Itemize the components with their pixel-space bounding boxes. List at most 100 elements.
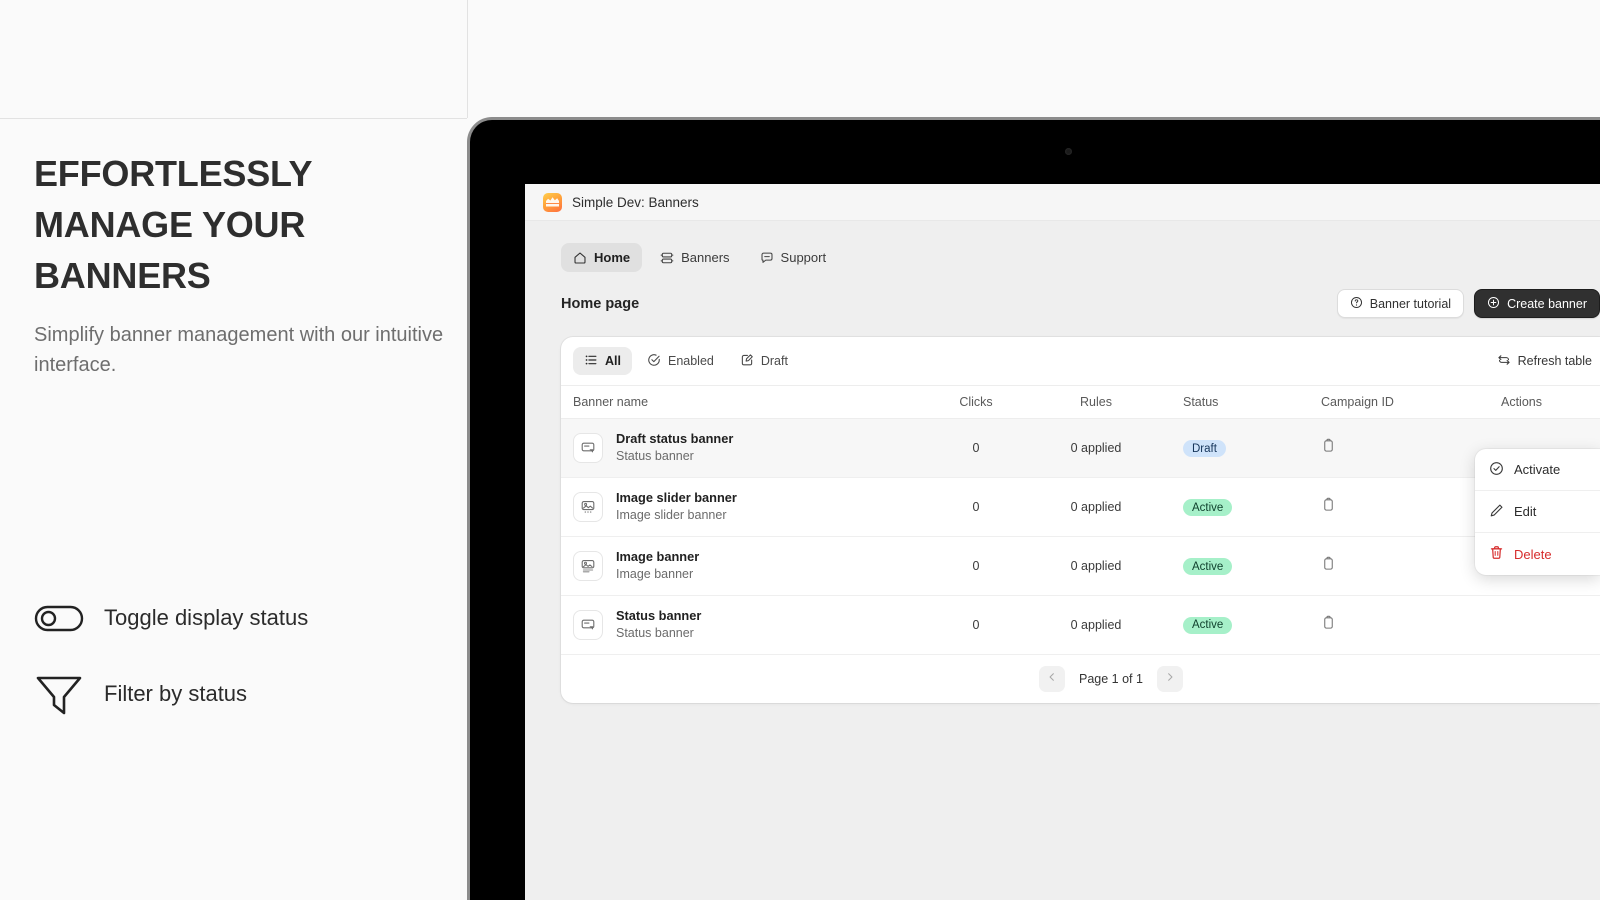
context-menu-item-delete[interactable]: Delete xyxy=(1475,533,1600,575)
cell-campaign-id xyxy=(1311,595,1491,654)
banner-name: Image slider banner xyxy=(616,489,737,505)
cell-status: Draft xyxy=(1161,419,1311,478)
cell-actions[interactable] xyxy=(1491,595,1600,654)
feature-label: Toggle display status xyxy=(104,605,309,630)
banner-name: Draft status banner xyxy=(616,431,734,446)
nav-tab-label: Support xyxy=(780,250,827,265)
status-badge: Draft xyxy=(1183,440,1226,458)
banner-name: Status banner xyxy=(616,607,702,623)
chevron-right-icon xyxy=(1164,670,1176,688)
cell-rules: 0 applied xyxy=(1070,499,1122,514)
context-menu-label: Edit xyxy=(1514,504,1537,519)
nav-tab-banners[interactable]: Banners xyxy=(648,243,741,272)
filter-funnel-icon xyxy=(34,672,84,716)
draft-edit-icon xyxy=(740,353,754,370)
table-toolbar: All Enabled Draft Refresh table xyxy=(561,337,1600,385)
cell-rules: 0 applied xyxy=(1070,558,1122,573)
app-titlebar: Simple Dev: Banners xyxy=(525,184,1600,221)
clipboard-icon[interactable] xyxy=(1321,497,1336,516)
cell-clicks: 0 xyxy=(972,558,980,573)
nav-tab-label: Home xyxy=(594,250,631,265)
context-menu-item-activate[interactable]: Activate xyxy=(1475,449,1600,491)
column-header-actions: Actions xyxy=(1491,385,1600,419)
table-row[interactable]: Image banner Image banner 0 0 applied Ac… xyxy=(561,536,1600,596)
table-header-row: Banner name Clicks Rules Status Campaign… xyxy=(561,385,1600,419)
cell-banner-name: Image slider banner Image slider banner xyxy=(561,477,921,536)
filter-tab-enabled[interactable]: Enabled xyxy=(636,347,725,375)
promo-subtitle: Simplify banner management with our intu… xyxy=(34,324,444,377)
home-icon xyxy=(573,251,587,265)
create-banner-button[interactable]: Create banner xyxy=(1474,289,1600,318)
filter-tab-draft[interactable]: Draft xyxy=(729,347,799,375)
header-actions: Banner tutorial Create banner xyxy=(1336,289,1600,318)
page-header-row: Home page Banner tutorial Create banner xyxy=(525,272,1600,318)
cell-clicks: 0 xyxy=(972,440,980,455)
banners-table-card: All Enabled Draft Refresh table Banner n… xyxy=(561,337,1600,703)
device-camera xyxy=(1065,148,1072,155)
nav-tab-label: Banners xyxy=(681,250,730,265)
cell-banner-name: Status banner Status banner xyxy=(561,595,921,654)
cell-campaign-id xyxy=(1311,477,1491,536)
refresh-icon xyxy=(1497,353,1511,370)
cell-rules: 0 applied xyxy=(1070,440,1122,455)
row-actions-context-menu: Activate Edit Delete xyxy=(1475,449,1600,575)
app-body: Home Banners Support Home page Banner tu… xyxy=(525,221,1600,900)
filter-tab-all[interactable]: All xyxy=(573,347,632,375)
column-header-campaign-id: Campaign ID xyxy=(1311,385,1491,419)
table-header: Banner name Clicks Rules Status Campaign… xyxy=(561,385,1600,419)
banners-icon xyxy=(660,251,674,265)
clipboard-icon[interactable] xyxy=(1321,615,1336,634)
cell-status: Active xyxy=(1161,536,1311,595)
pencil-icon xyxy=(1489,503,1504,521)
toggle-icon xyxy=(34,596,84,640)
table-row[interactable]: Status banner Status banner 0 0 applied … xyxy=(561,595,1600,655)
column-header-banner-name: Banner name xyxy=(561,385,921,419)
cell-clicks: 0 xyxy=(972,617,980,632)
cell-status: Active xyxy=(1161,477,1311,536)
nav-tab-home[interactable]: Home xyxy=(561,243,643,272)
table-row[interactable]: Image slider banner Image slider banner … xyxy=(561,477,1600,537)
cell-rules: 0 applied xyxy=(1070,617,1122,632)
cell-campaign-id xyxy=(1311,536,1491,595)
chevron-left-icon xyxy=(1046,670,1058,688)
filter-tab-label: All xyxy=(605,354,621,368)
column-header-status: Status xyxy=(1161,385,1311,419)
clipboard-icon[interactable] xyxy=(1321,556,1336,575)
filter-tab-label: Enabled xyxy=(667,354,714,368)
filter-tabs: All Enabled Draft xyxy=(573,347,799,375)
table-pagination: Page 1 of 1 xyxy=(561,655,1600,703)
feature-item-filter-by-status: Filter by status xyxy=(34,668,454,720)
pagination-previous-button[interactable] xyxy=(1039,665,1066,692)
context-menu-item-edit[interactable]: Edit xyxy=(1475,491,1600,533)
help-circle-icon xyxy=(1350,296,1363,312)
app-navbar: Home Banners Support xyxy=(525,221,1600,272)
status-banner-thumb-icon xyxy=(573,609,603,640)
nav-tab-support[interactable]: Support xyxy=(748,243,839,272)
image-banner-thumb-icon xyxy=(573,550,603,581)
table-row[interactable]: Draft status banner Status banner 0 0 ap… xyxy=(561,418,1600,478)
refresh-table-button[interactable]: Refresh table xyxy=(1497,353,1600,370)
page-heading: Home page xyxy=(561,295,640,312)
cell-banner-name: Image banner Image banner xyxy=(561,536,921,595)
refresh-table-label: Refresh table xyxy=(1517,354,1592,368)
pagination-next-button[interactable] xyxy=(1156,665,1183,692)
column-header-clicks: Clicks xyxy=(921,385,1031,419)
banner-subtitle: Image banner xyxy=(616,566,694,581)
banner-name: Image banner xyxy=(616,548,700,564)
banners-table: Banner name Clicks Rules Status Campaign… xyxy=(561,385,1600,655)
status-badge: Active xyxy=(1183,499,1233,517)
pagination-label: Page 1 of 1 xyxy=(1079,671,1143,686)
feature-item-toggle-display-status: Toggle display status xyxy=(34,592,454,644)
filter-tab-label: Draft xyxy=(760,354,788,368)
app-favicon-icon xyxy=(543,192,562,212)
status-banner-thumb-icon xyxy=(573,432,603,463)
banner-subtitle: Status banner xyxy=(616,625,694,640)
list-icon xyxy=(584,353,598,370)
create-banner-label: Create banner xyxy=(1507,296,1587,311)
banner-tutorial-button[interactable]: Banner tutorial xyxy=(1336,289,1465,318)
banner-tutorial-label: Banner tutorial xyxy=(1369,296,1452,311)
context-menu-label: Delete xyxy=(1514,546,1552,562)
cell-clicks: 0 xyxy=(972,499,980,514)
clipboard-icon[interactable] xyxy=(1321,438,1336,457)
app-window-title: Simple Dev: Banners xyxy=(572,194,699,210)
